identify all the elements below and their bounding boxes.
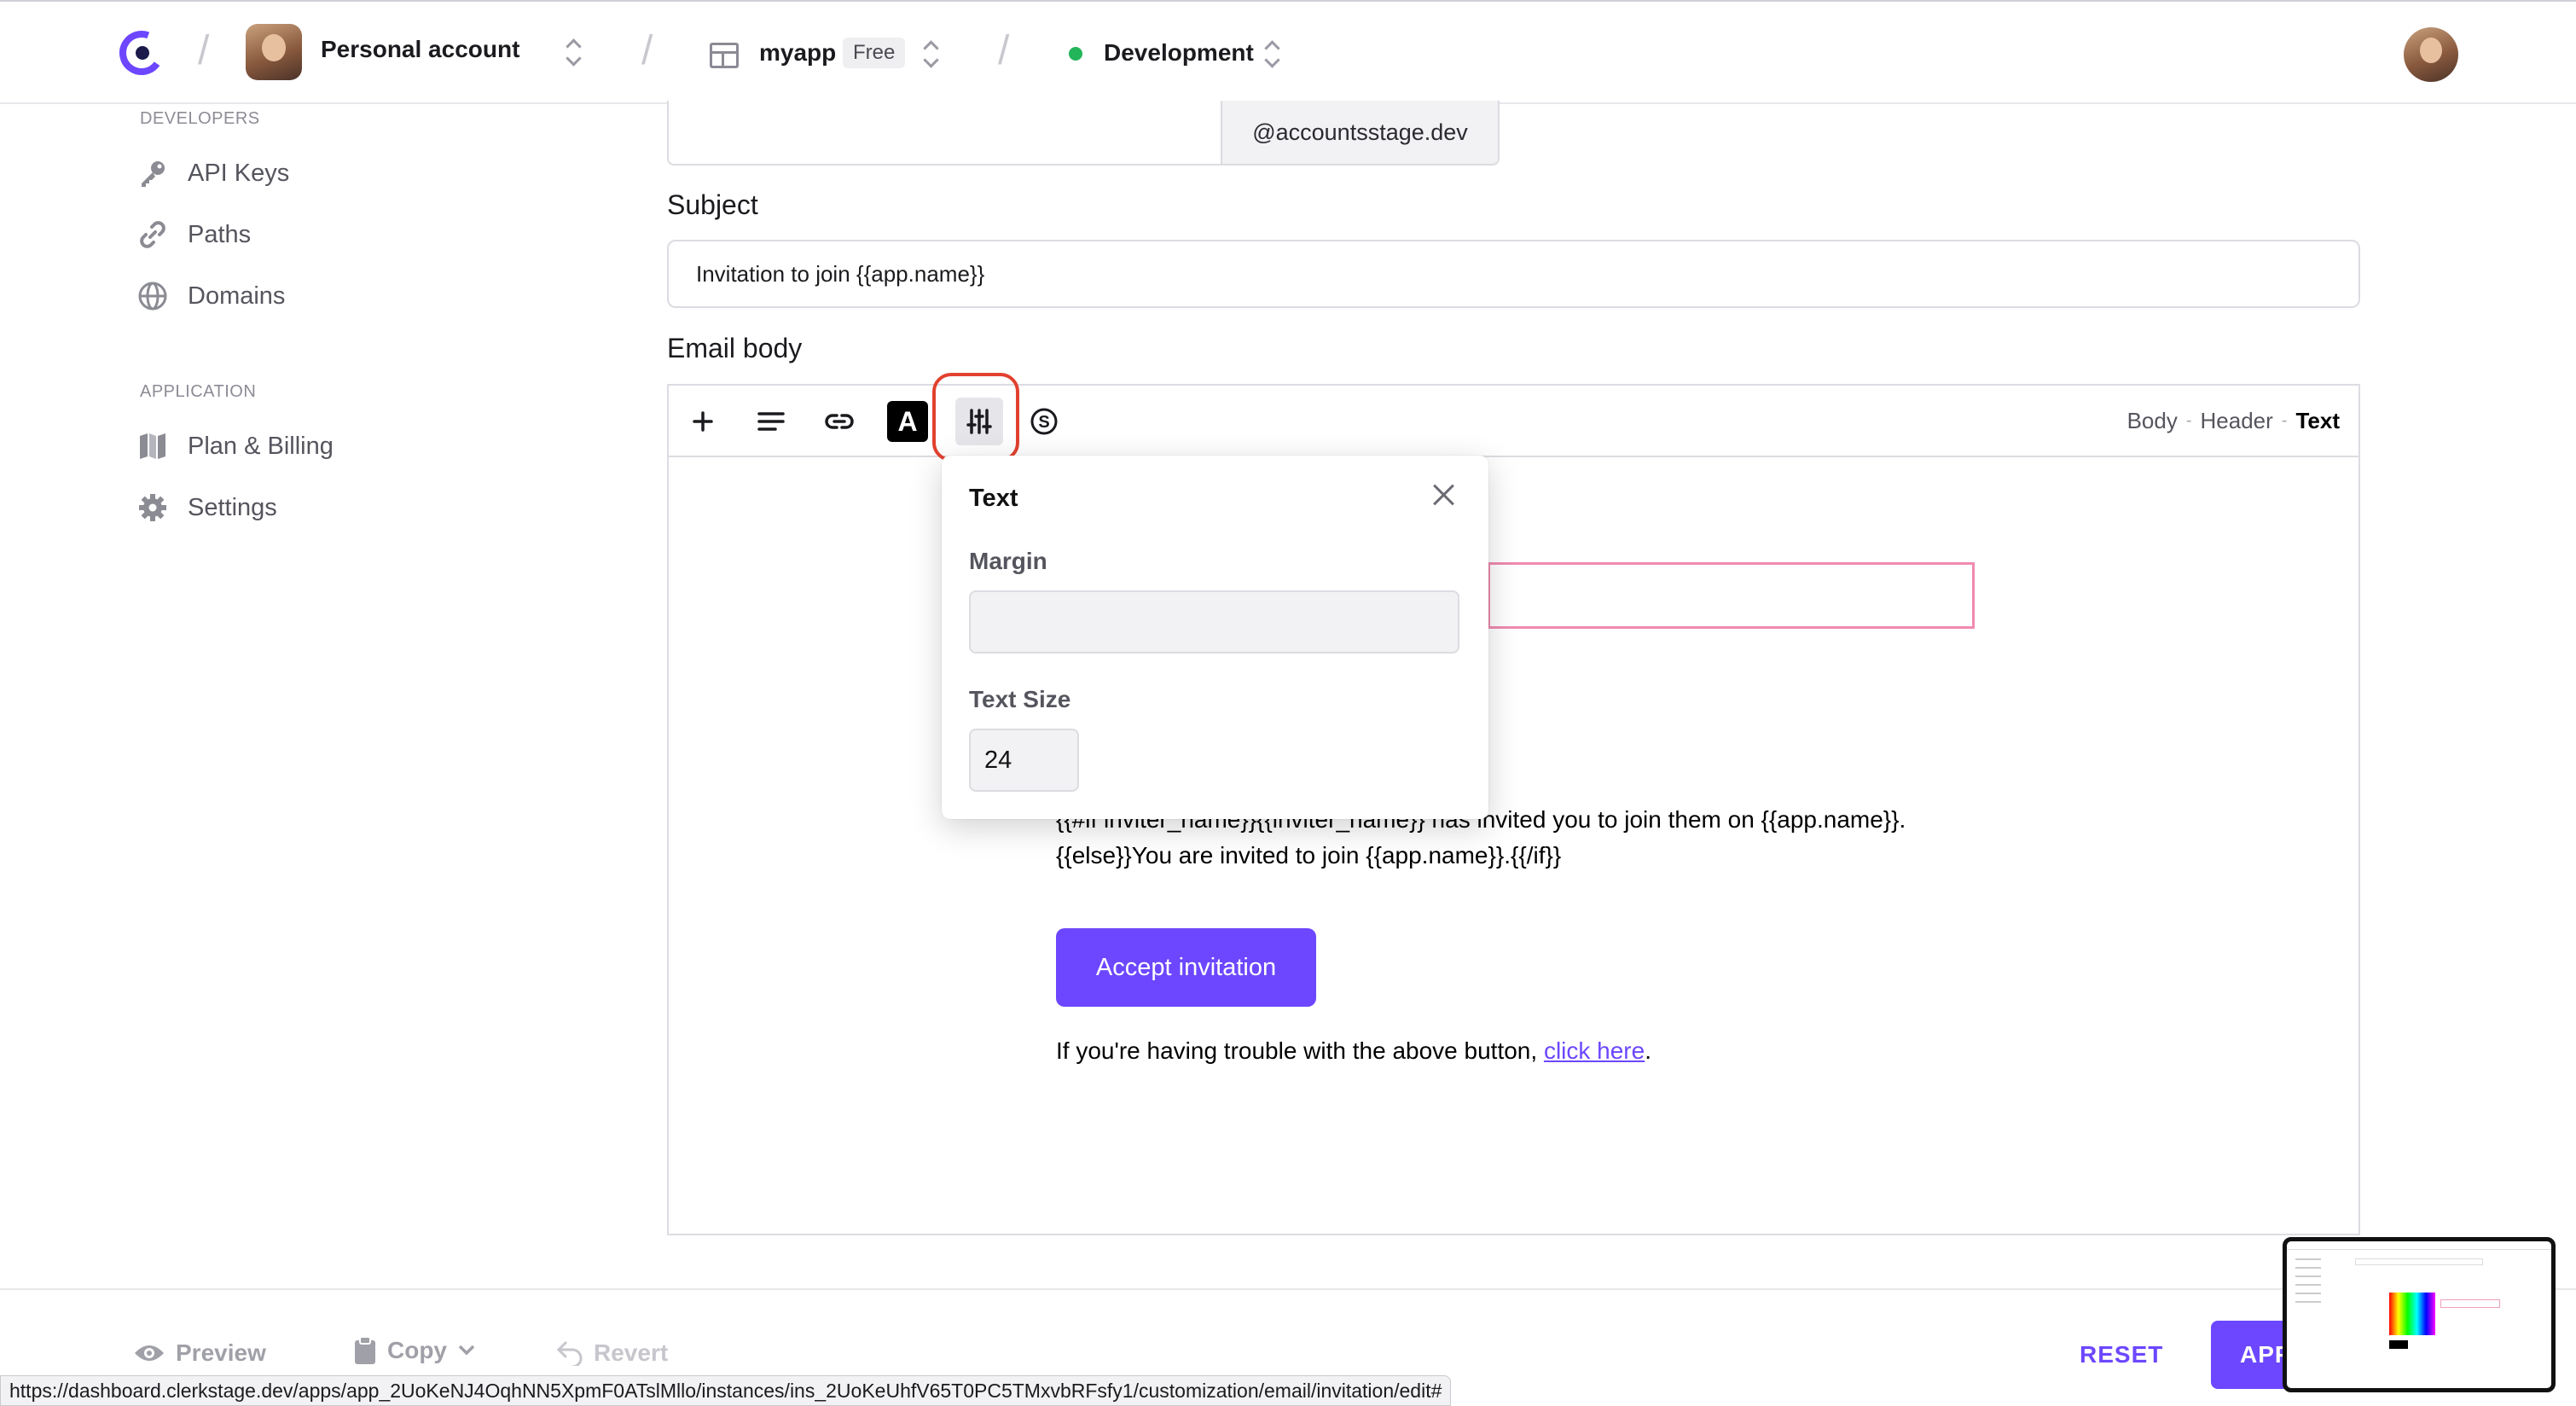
thumbnail-selection	[2440, 1299, 2500, 1308]
from-address-input[interactable]	[667, 101, 1221, 166]
dollar-circle-icon: S	[1030, 408, 1058, 435]
subject-input[interactable]	[667, 240, 2360, 308]
variables-button[interactable]: S	[1024, 401, 1065, 442]
thumbnail-field	[2355, 1258, 2483, 1265]
active-button-highlight	[932, 373, 1019, 462]
chevron-down-icon	[458, 1345, 475, 1356]
link-icon	[136, 218, 169, 251]
sidebar-item-paths[interactable]: Paths	[136, 213, 251, 256]
revert-label: Revert	[594, 1339, 669, 1366]
sidebar-item-label: Paths	[188, 220, 252, 248]
breadcrumb-text-current: Text	[2295, 408, 2340, 433]
sidebar-item-label: Plan & Billing	[188, 432, 334, 460]
svg-text:S: S	[1038, 413, 1049, 432]
add-block-button[interactable]	[682, 401, 723, 442]
from-domain-suffix: @accountsstage.dev	[1221, 101, 1500, 166]
account-switcher-chevron-icon[interactable]	[563, 36, 583, 70]
text-color-icon: A	[897, 405, 918, 437]
sidebar-item-domains[interactable]: Domains	[136, 275, 285, 317]
user-avatar[interactable]	[2404, 27, 2458, 82]
breadcrumb-body[interactable]: Body	[2127, 408, 2178, 434]
top-bar: / Personal account / myapp Free / Develo…	[0, 0, 2576, 104]
clipboard-icon	[355, 1336, 375, 1364]
eye-icon	[135, 1345, 164, 1361]
environment-switcher-label[interactable]: Development	[1104, 39, 1254, 67]
sidebar-item-settings[interactable]: Settings	[136, 486, 277, 529]
link-icon	[825, 414, 854, 429]
editor-toolbar: A S Body - Header - Text	[669, 386, 2358, 457]
subject-label: Subject	[667, 189, 758, 220]
copy-label: Copy	[387, 1337, 447, 1363]
thumbnail-topbar	[2287, 1241, 2551, 1250]
environment-switcher-chevron-icon[interactable]	[1262, 38, 1282, 72]
sidebar-item-label: Domains	[188, 282, 286, 310]
reset-button[interactable]: RESET	[2080, 1341, 2163, 1368]
thumbnail-color-palette	[2389, 1293, 2435, 1335]
copy-button[interactable]: Copy	[353, 1336, 476, 1365]
plan-badge: Free	[843, 38, 906, 68]
screenshot-thumbnail[interactable]	[2283, 1237, 2556, 1392]
breadcrumb-separator: -	[2185, 411, 2192, 430]
preview-label: Preview	[176, 1339, 266, 1366]
email-body-line-2: {{else}}You are invited to join {{app.na…	[1056, 842, 1562, 869]
breadcrumb-separator: /	[998, 28, 1010, 73]
popover-title: Text	[969, 485, 1018, 512]
globe-icon	[136, 280, 169, 312]
undo-icon	[556, 1341, 583, 1366]
trouble-text-end: .	[1645, 1037, 1651, 1064]
sidebar-item-label: API Keys	[188, 159, 290, 187]
margin-input[interactable]	[969, 590, 1459, 654]
breadcrumb-header[interactable]: Header	[2201, 408, 2273, 434]
plus-icon	[693, 411, 713, 432]
accept-invitation-button[interactable]: Accept invitation	[1056, 928, 1316, 1007]
trouble-text: If you're having trouble with the above …	[1056, 1037, 1651, 1065]
app-switcher-chevron-icon[interactable]	[920, 38, 941, 72]
map-icon	[136, 430, 169, 462]
preview-button[interactable]: Preview	[133, 1339, 266, 1367]
close-icon[interactable]	[1430, 481, 1457, 508]
email-body-label: Email body	[667, 333, 803, 363]
click-here-link[interactable]: click here	[1544, 1037, 1645, 1064]
text-size-input[interactable]	[969, 729, 1079, 792]
clerk-logo-icon[interactable]	[116, 29, 164, 77]
gear-icon	[136, 491, 169, 524]
key-icon	[136, 157, 169, 189]
breadcrumb-separator: /	[641, 28, 653, 73]
sidebar-item-api-keys[interactable]: API Keys	[136, 152, 289, 195]
link-button[interactable]	[819, 401, 860, 442]
sidebar: DEVELOPERS API Keys Paths Domains APPLIC…	[0, 106, 597, 1283]
editor-breadcrumb: Body - Header - Text	[2127, 408, 2340, 434]
margin-label: Margin	[969, 548, 1047, 574]
text-color-button[interactable]: A	[887, 401, 928, 442]
thumbnail-button	[2389, 1340, 2408, 1349]
selected-text-block-outline[interactable]	[1488, 562, 1975, 629]
account-avatar[interactable]	[246, 24, 302, 80]
sidebar-section-developers: DEVELOPERS	[140, 109, 260, 128]
thumbnail-sidebar	[2295, 1258, 2321, 1310]
text-size-label: Text Size	[969, 686, 1071, 712]
status-url-tooltip: https://dashboard.clerkstage.dev/apps/ap…	[0, 1375, 1452, 1406]
environment-status-dot	[1069, 47, 1082, 61]
align-button[interactable]	[751, 401, 792, 442]
sidebar-section-application: APPLICATION	[140, 382, 257, 401]
app-switcher-label[interactable]: myapp	[759, 39, 836, 67]
application-icon	[710, 43, 739, 68]
trouble-text-lead: If you're having trouble with the above …	[1056, 1037, 1544, 1064]
text-style-popover: Text Margin Text Size	[942, 456, 1488, 819]
breadcrumb-separator: /	[198, 28, 210, 73]
align-icon	[757, 412, 785, 431]
account-switcher-label[interactable]: Personal account	[321, 36, 519, 63]
revert-button[interactable]: Revert	[556, 1339, 668, 1367]
breadcrumb-separator: -	[2281, 411, 2288, 430]
sidebar-item-plan-billing[interactable]: Plan & Billing	[136, 425, 334, 468]
sidebar-item-label: Settings	[188, 493, 277, 521]
